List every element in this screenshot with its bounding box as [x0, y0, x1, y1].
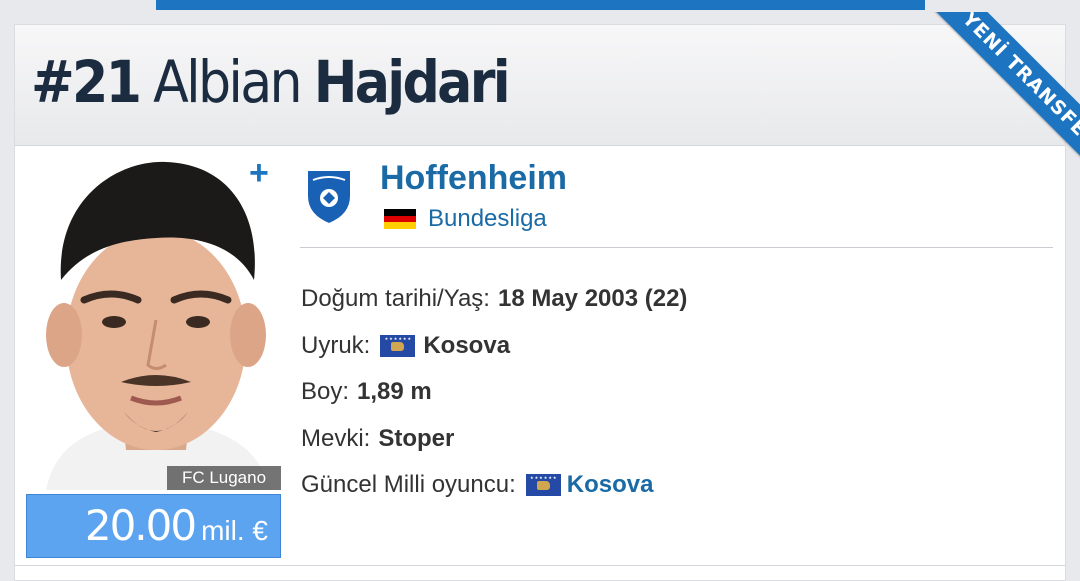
- market-value-amount: 20.00: [84, 501, 197, 550]
- league-row[interactable]: Bundesliga: [384, 204, 547, 234]
- league-name-link[interactable]: Bundesliga: [428, 204, 547, 234]
- add-to-watchlist-icon[interactable]: +: [249, 156, 269, 190]
- kosovo-flag-icon: ★★★★★★: [380, 334, 416, 357]
- section-divider: [300, 247, 1053, 248]
- player-portrait-icon: [46, 161, 271, 490]
- club-name-link[interactable]: Hoffenheim: [380, 158, 567, 198]
- top-accent-bar: [156, 0, 925, 10]
- position-value: Stoper: [378, 424, 455, 452]
- first-name: Albian: [153, 48, 302, 116]
- height-label: Boy:: [301, 378, 350, 406]
- shirt-number: #21: [31, 48, 142, 116]
- card-bottom-divider: [15, 565, 1065, 566]
- info-row-position: Mevki: Stoper: [301, 416, 687, 463]
- hoffenheim-crest-icon[interactable]: [303, 166, 355, 226]
- info-row-birth: Doğum tarihi/Yaş: 18 May 2003 (22): [301, 276, 687, 323]
- info-row-national-team: Güncel Milli oyuncu: ★★★★★★ Kosova: [301, 462, 687, 509]
- info-row-nationality: Uyruk: ★★★★★★ Kosova: [301, 323, 687, 370]
- player-photo[interactable]: [26, 150, 281, 490]
- national-team-link[interactable]: Kosova: [567, 471, 654, 499]
- height-value: 1,89 m: [357, 378, 432, 406]
- player-header: #21 Albian Hajdari: [15, 25, 1065, 146]
- market-value-box[interactable]: 20.00 mil. €: [26, 494, 281, 558]
- market-value-unit: mil. €: [201, 515, 268, 546]
- kosovo-flag-icon: ★★★★★★: [525, 474, 561, 497]
- previous-club-caption: FC Lugano: [167, 466, 281, 490]
- player-info-list: Doğum tarihi/Yaş: 18 May 2003 (22) Uyruk…: [301, 276, 687, 509]
- position-label: Mevki:: [301, 424, 371, 452]
- germany-flag-icon: [384, 209, 416, 230]
- nationality-value: Kosova: [423, 331, 511, 359]
- birth-label: Doğum tarihi/Yaş:: [301, 285, 490, 313]
- last-name: Hajdari: [313, 48, 511, 116]
- player-title: #21 Albian Hajdari: [31, 47, 511, 117]
- nationality-label: Uyruk:: [301, 331, 371, 359]
- birth-value: 18 May 2003 (22): [497, 285, 688, 313]
- national-team-label: Güncel Milli oyuncu:: [301, 471, 516, 499]
- info-row-height: Boy: 1,89 m: [301, 369, 687, 416]
